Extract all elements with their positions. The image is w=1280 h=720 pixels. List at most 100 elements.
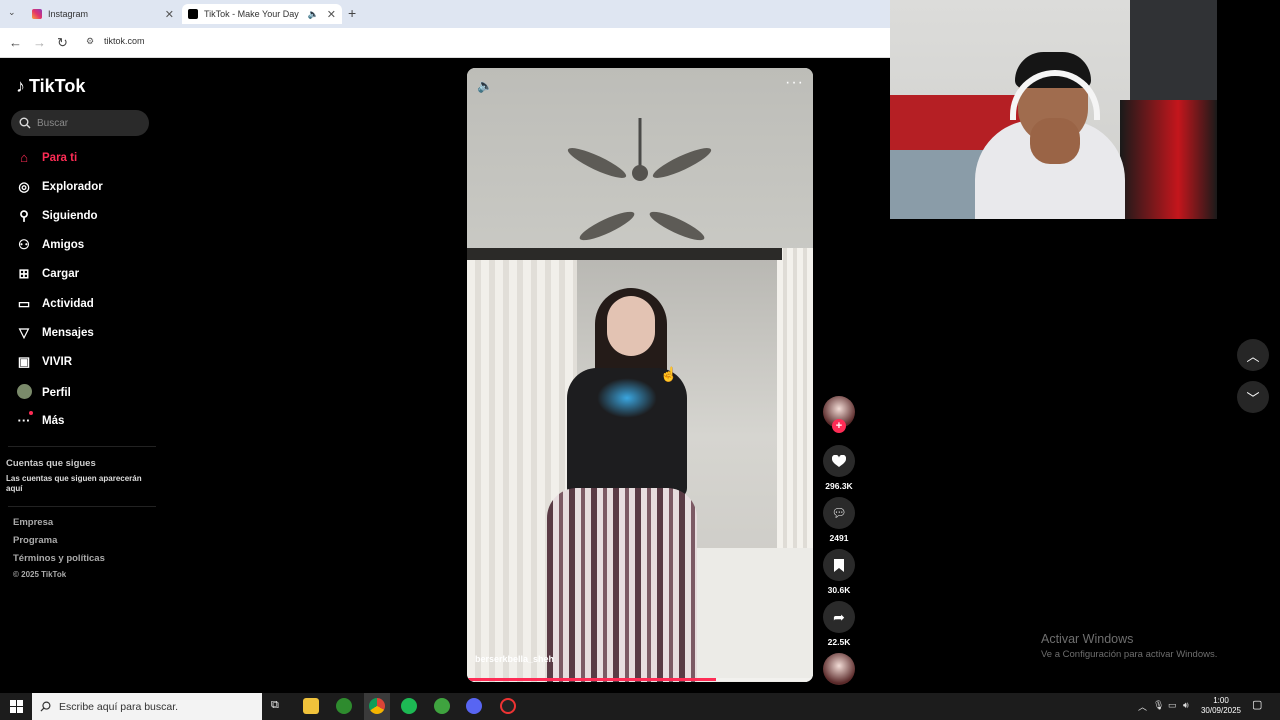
activation-watermark-title: Activar Windows — [1041, 632, 1134, 646]
footer-link-empresa[interactable]: Empresa — [13, 517, 53, 528]
sidebar-item-label: Amigos — [42, 239, 85, 251]
like-button[interactable] — [823, 445, 855, 477]
sidebar-item-mensajes[interactable]: ▽ Mensajes — [16, 325, 94, 341]
save-button[interactable] — [823, 549, 855, 581]
share-button[interactable]: ➦ — [823, 601, 855, 633]
bookmark-icon — [834, 558, 844, 572]
tab-list-chevron-icon[interactable]: ⌄ — [8, 7, 16, 18]
sidebar-item-label: Explorador — [42, 181, 103, 193]
tab-tiktok[interactable]: TikTok - Make Your Day 🔈 ✕ — [182, 4, 342, 24]
sidebar-item-label: VIVIR — [42, 356, 73, 368]
url-field[interactable]: tiktok.com — [104, 36, 145, 46]
divider — [8, 446, 156, 447]
video-player[interactable]: 🔈 ··· berserkbella_sheh — [467, 68, 813, 682]
profile-avatar — [16, 384, 32, 402]
sidebar-item-para-ti[interactable]: ⌂ Para ti — [16, 150, 77, 165]
close-tab-icon[interactable]: ✕ — [327, 8, 336, 21]
microphone-icon[interactable]: 🎙︎ — [1153, 700, 1164, 711]
sidebar-item-actividad[interactable]: ▭ Actividad — [16, 296, 94, 312]
notifications-icon[interactable]: ▢ — [1252, 698, 1262, 711]
live-icon: ▣ — [17, 354, 31, 369]
video-username[interactable]: berserkbella_sheh — [475, 654, 554, 664]
next-video-button[interactable]: ﹀ — [1237, 381, 1269, 413]
tray-chevron-icon[interactable]: ︿ — [1138, 700, 1147, 713]
volume-tray-icon[interactable]: 🔊︎ — [1183, 700, 1189, 711]
discord-icon[interactable] — [466, 698, 482, 714]
previous-video-button[interactable]: ︿ — [1237, 339, 1269, 371]
following-icon: ⚲ — [19, 208, 29, 223]
following-accounts-description: Las cuentas que siguen aparecerán aquí — [6, 474, 142, 493]
tiktok-note-icon: ♪ — [16, 76, 25, 96]
xbox-icon[interactable] — [336, 698, 352, 714]
brand-name: TikTok — [29, 76, 86, 96]
person-pants — [547, 488, 697, 682]
browser-tab-bar: ⌄ Instagram ✕ TikTok - Make Your Day 🔈 ✕… — [0, 0, 890, 28]
comment-button[interactable]: 💬︎ — [823, 497, 855, 529]
sidebar-item-label: Cargar — [42, 268, 80, 280]
bed-frame — [467, 248, 782, 260]
sidebar-item-label: Mensajes — [42, 327, 94, 339]
following-accounts-title: Cuentas que sigues — [6, 458, 96, 469]
tab-title: TikTok - Make Your Day — [204, 9, 299, 19]
home-icon: ⌂ — [20, 150, 28, 165]
task-view-icon[interactable]: ⧉ — [271, 699, 279, 712]
sidebar-item-perfil[interactable]: Perfil — [16, 384, 71, 402]
chrome-icon[interactable] — [369, 698, 385, 714]
sidebar-item-cargar[interactable]: ⊞ Cargar — [16, 266, 80, 282]
sidebar-item-label: Actividad — [42, 298, 94, 310]
utorrent-icon[interactable] — [434, 698, 450, 714]
address-bar: ← → ↻ ⚙ tiktok.com — [0, 28, 890, 58]
comment-count: 2491 — [829, 533, 849, 543]
back-icon[interactable]: ← — [9, 35, 22, 50]
person-face — [607, 296, 655, 356]
volume-icon[interactable]: 🔈 — [477, 78, 493, 94]
reload-icon[interactable]: ↻ — [57, 35, 68, 51]
sidebar-item-siguiendo[interactable]: ⚲ Siguiendo — [16, 208, 97, 224]
shirt-print — [597, 378, 657, 418]
tab-instagram[interactable]: Instagram ✕ — [26, 4, 180, 24]
sidebar-item-explorador[interactable]: ◎ Explorador — [16, 179, 103, 195]
sidebar-item-label: Para ti — [42, 151, 78, 164]
tiktok-logo[interactable]: ♪ TikTok — [16, 76, 85, 97]
audio-playing-icon[interactable]: 🔈 — [308, 9, 319, 20]
sidebar-item-mas[interactable]: ··· Más — [16, 411, 64, 428]
taskbar: Escribe aquí para buscar. ⧉ ︿ 🎙︎ ▭ 🔊︎ 1:… — [0, 693, 1280, 720]
search-input[interactable]: Buscar — [11, 110, 149, 136]
spotify-icon[interactable] — [401, 698, 417, 714]
taskbar-search[interactable]: Escribe aquí para buscar. — [32, 693, 262, 720]
messages-icon: ▽ — [19, 325, 29, 340]
ceiling-fan-graphic — [567, 118, 712, 241]
webcam-gaming-chair — [1120, 100, 1217, 219]
footer-link-programa[interactable]: Programa — [13, 535, 57, 546]
obs-icon[interactable] — [500, 698, 516, 714]
follow-plus-icon[interactable]: + — [832, 419, 846, 433]
more-options-icon[interactable]: ··· — [785, 74, 804, 92]
save-count: 30.6K — [827, 585, 851, 595]
activity-icon: ▭ — [17, 296, 31, 311]
windows-start-icon[interactable] — [10, 700, 23, 713]
upload-icon: ⊞ — [18, 266, 30, 281]
close-tab-icon[interactable]: ✕ — [165, 8, 174, 21]
footer-link-terminos[interactable]: Términos y políticas — [13, 553, 105, 564]
clock-time: 1:00 — [1213, 696, 1229, 705]
like-count: 296.3K — [825, 481, 853, 491]
copyright: © 2025 TikTok — [13, 570, 67, 579]
sidebar-item-vivir[interactable]: ▣ VIVIR — [16, 354, 72, 370]
tab-title: Instagram — [48, 9, 89, 19]
sound-avatar[interactable] — [823, 653, 855, 685]
sidebar-item-amigos[interactable]: ⚇ Amigos — [16, 237, 84, 253]
comment-icon: 💬︎ — [831, 506, 847, 520]
heart-icon — [832, 454, 846, 467]
file-explorer-icon[interactable] — [303, 698, 319, 714]
system-clock[interactable]: 1:00 30/09/2025 — [1196, 696, 1246, 716]
new-tab-button[interactable]: + — [348, 5, 356, 21]
sidebar: ♪ TikTok Buscar ⌂ Para ti ◎ Explorador ⚲… — [0, 58, 160, 693]
taskbar-search-placeholder: Escribe aquí para buscar. — [59, 700, 179, 713]
chevron-down-icon: ﹀ — [1246, 390, 1260, 406]
activation-watermark-subtitle: Ve a Configuración para activar Windows. — [1041, 649, 1218, 660]
network-icon[interactable]: ▭ — [1168, 700, 1177, 711]
clock-date: 30/09/2025 — [1200, 706, 1242, 715]
search-placeholder: Buscar — [37, 117, 69, 129]
site-info-icon[interactable]: ⚙ — [86, 36, 94, 47]
forward-icon[interactable]: → — [33, 35, 46, 50]
